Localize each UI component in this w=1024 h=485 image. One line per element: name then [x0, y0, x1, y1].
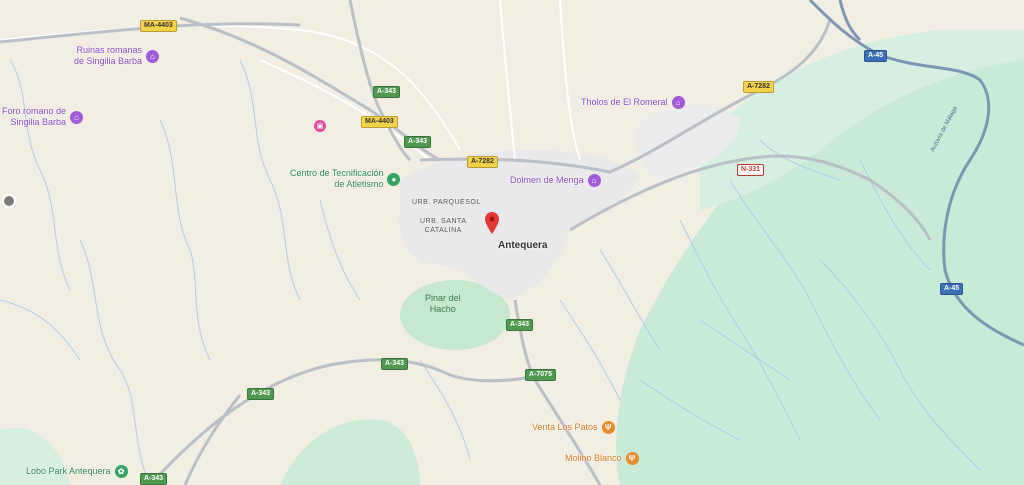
museum-icon: ⌂ [70, 110, 84, 124]
poi-foro-romano[interactable]: Foro romano de Singilia Barba ⌂ [2, 106, 84, 128]
poi-label: Centro de Tecnificación de Atletismo [290, 168, 384, 189]
poi-venta-los-patos[interactable]: Venta Los Patos Ψ [532, 421, 615, 434]
poi-label: Molino Blanco [565, 453, 622, 463]
museum-icon: ⌂ [146, 49, 160, 63]
museum-icon: ⌂ [587, 174, 601, 187]
road-shield: A-7282 [743, 81, 774, 93]
poi-tholos-romeral[interactable]: Tholos de El Romeral ⌂ [581, 96, 685, 109]
road-shield: A-343 [140, 473, 168, 485]
poi-label: Tholos de El Romeral [581, 97, 668, 107]
road-shield: N-331 [737, 164, 765, 176]
road-shield: A-45 [864, 50, 888, 62]
museum-icon: ⌂ [671, 96, 685, 109]
neighborhood-label: URB. SANTA CATALINA [420, 218, 467, 234]
road-shield: A-343 [373, 86, 401, 98]
road-shield: A-45 [940, 283, 964, 295]
road-shield: A-7075 [525, 369, 556, 381]
poi-label: Foro romano de Singilia Barba [2, 106, 67, 127]
poi-dolmen-menga[interactable]: Dolmen de Menga ⌂ [510, 174, 601, 187]
road-shield: A-343 [247, 388, 275, 400]
poi-centro-tecnificacion[interactable]: Centro de Tecnificación de Atletismo ● [290, 168, 401, 190]
poi-label: Lobo Park Antequera [26, 466, 111, 476]
location-pin-icon[interactable] [485, 212, 499, 234]
park-label[interactable]: Pinar del Hacho [425, 293, 461, 315]
place-marker-icon[interactable] [2, 194, 16, 208]
poi-lobo-park[interactable]: Lobo Park Antequera ✿ [26, 465, 128, 478]
city-label[interactable]: Antequera [498, 240, 547, 251]
sports-icon: ● [387, 172, 401, 186]
road-shield: MA-4403 [140, 20, 177, 32]
restaurant-icon: Ψ [601, 421, 615, 434]
road-shield: A-343 [404, 136, 432, 148]
road-shield: A-7282 [467, 156, 498, 168]
paw-icon: ✿ [114, 465, 128, 478]
road-shield: A-343 [381, 358, 409, 370]
road-shield: A-343 [506, 319, 534, 331]
poi-label: Venta Los Patos [532, 422, 598, 432]
road-shield: MA-4403 [361, 116, 398, 128]
restaurant-icon: Ψ [625, 452, 639, 465]
map-canvas[interactable]: MA-4403 MA-4403 A-343 A-343 A-7282 A-728… [0, 0, 1024, 485]
poi-label: Dolmen de Menga [510, 175, 584, 185]
neighborhood-label: URB. PARQUESOL [412, 199, 481, 206]
poi-molino-blanco[interactable]: Molino Blanco Ψ [565, 452, 639, 465]
shopping-icon[interactable]: ▣ [314, 120, 326, 132]
poi-ruinas-romanas[interactable]: Ruinas romanas de Singilia Barba ⌂ [74, 45, 160, 67]
poi-label: Ruinas romanas de Singilia Barba [74, 45, 143, 66]
